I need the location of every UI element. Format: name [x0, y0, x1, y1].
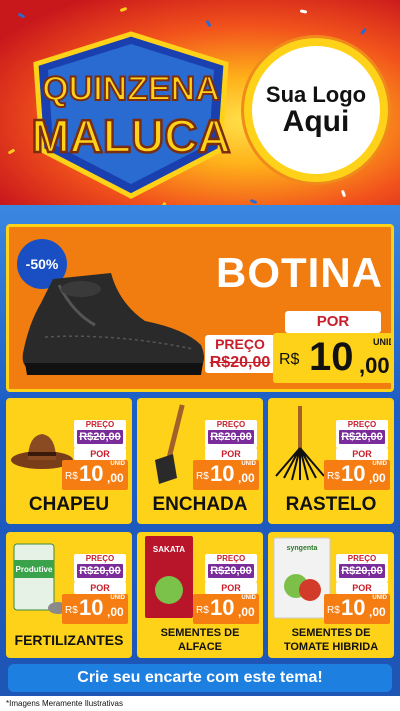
- unit-label: UNID: [110, 595, 125, 601]
- price-integer: 10: [341, 595, 366, 620]
- lettuce-seed-packet-image: SAKATA: [145, 536, 193, 618]
- logo-text-line2: Aqui: [282, 104, 350, 138]
- price-integer: 10: [210, 595, 235, 620]
- unit-label: UNID: [241, 461, 256, 467]
- old-price: R$20,00: [209, 354, 271, 371]
- price-box: R$ 10 ,00 UNID: [62, 460, 128, 490]
- price-decimal: ,00: [107, 471, 124, 485]
- unit-label: UNID: [373, 337, 394, 347]
- disclaimer-footnote: *Imagens Meramente Ilustrativas: [0, 696, 400, 711]
- product-card-chapeu[interactable]: PREÇO R$20,00 POR R$ 10 ,00 UNID CHAPEU: [6, 398, 132, 524]
- por-label: POR: [205, 582, 257, 594]
- featured-price-box: R$ 10 ,00 UNID: [273, 333, 394, 383]
- product-name: CHAPEU: [28, 494, 110, 515]
- product-name-line2: ALFACE: [178, 641, 222, 653]
- logo-text-line1: Sua Logo: [265, 81, 367, 107]
- price-integer: 10: [341, 461, 366, 486]
- old-price-box: PREÇO R$20,00: [205, 554, 257, 582]
- price-decimal: ,00: [359, 353, 390, 378]
- price-box: R$ 10 ,00 UNID: [62, 594, 128, 624]
- package-label: syngenta: [287, 545, 318, 552]
- unit-label: UNID: [110, 461, 125, 467]
- price-integer: 10: [79, 461, 104, 486]
- fertilizer-bag-image: Produtive: [13, 543, 68, 614]
- por-label: POR: [205, 448, 257, 460]
- price-integer: 10: [79, 595, 104, 620]
- logo-placeholder[interactable]: Sua Logo Aqui: [244, 38, 388, 182]
- product-name: ENCHADA: [152, 494, 248, 515]
- por-label: POR: [74, 448, 126, 460]
- preco-label: PREÇO: [216, 420, 246, 429]
- price-box: R$ 10 ,00 UNID: [324, 460, 390, 490]
- price-decimal: ,00: [238, 605, 255, 619]
- currency: R$: [327, 471, 340, 482]
- campaign-title-line1: QUINZENA: [42, 70, 220, 108]
- product-name: RASTELO: [285, 494, 377, 515]
- price-decimal: ,00: [369, 471, 386, 485]
- package-label: SAKATA: [153, 545, 185, 554]
- hoe-image: [155, 404, 185, 484]
- old-price-box: PREÇO R$20,00: [74, 554, 126, 582]
- package-label: Produtive: [16, 565, 53, 574]
- product-card-enchada[interactable]: PREÇO R$20,00 POR R$ 10 ,00 UNID ENCHADA: [137, 398, 263, 524]
- preco-label: PREÇO: [347, 420, 377, 429]
- por-label: POR: [74, 582, 126, 594]
- old-price: R$20,00: [208, 564, 254, 578]
- product-card-sementes-alface[interactable]: SAKATA PREÇO R$20,00 POR R$ 10 ,00 UNID …: [137, 532, 263, 658]
- por-label: POR: [336, 448, 388, 460]
- currency: R$: [279, 351, 300, 368]
- featured-product-card[interactable]: -50% BOTINA PREÇO R$20,00 POR R$ 10 ,00 …: [6, 224, 394, 392]
- product-name: FERTILIZANTES: [14, 632, 124, 648]
- currency: R$: [65, 605, 78, 616]
- unit-label: UNID: [241, 595, 256, 601]
- featured-product-name: BOTINA: [216, 249, 383, 296]
- por-label: POR: [336, 582, 388, 594]
- price-integer: 10: [309, 335, 354, 379]
- old-price-box: PREÇO R$20,00: [74, 420, 126, 448]
- boot-image: [22, 273, 204, 375]
- old-price-box: PREÇO R$20,00: [336, 420, 388, 448]
- unit-label: UNID: [372, 595, 387, 601]
- product-name-line2: TOMATE HIBRIDA: [283, 641, 379, 653]
- create-flyer-button[interactable]: Crie seu encarte com este tema!: [8, 664, 392, 692]
- old-price: R$20,00: [77, 430, 123, 444]
- por-label: POR: [285, 311, 381, 333]
- preco-label: PREÇO: [347, 554, 377, 563]
- price-box: R$ 10 ,00 UNID: [193, 460, 259, 490]
- currency: R$: [327, 605, 340, 616]
- product-name: SEMENTES DE TOMATE HIBRIDA: [268, 626, 394, 654]
- old-price: R$20,00: [77, 564, 123, 578]
- campaign-shield-emblem: QUINZENA MALUCA: [30, 31, 232, 199]
- preco-label: PREÇO: [85, 554, 115, 563]
- preco-label: PREÇO: [85, 420, 115, 429]
- product-card-sementes-tomate[interactable]: syngenta PREÇO R$20,00 POR R$ 10 ,00 UNI…: [268, 532, 394, 658]
- price-decimal: ,00: [369, 605, 386, 619]
- product-name: SEMENTES DE ALFACE: [137, 626, 263, 654]
- currency: R$: [196, 605, 209, 616]
- price-box: R$ 10 ,00 UNID: [324, 594, 390, 624]
- rake-image: [275, 406, 325, 481]
- product-card-fertilizantes[interactable]: Produtive PREÇO R$20,00 POR R$ 10 ,00 UN…: [6, 532, 132, 658]
- old-price: R$20,00: [339, 564, 385, 578]
- price-decimal: ,00: [107, 605, 124, 619]
- old-price-box: PREÇO R$20,00: [205, 420, 257, 448]
- unit-label: UNID: [372, 461, 387, 467]
- preco-label: PREÇO: [215, 336, 265, 352]
- preco-label: PREÇO: [216, 554, 246, 563]
- campaign-title-line2: MALUCA: [31, 110, 230, 162]
- price-box: R$ 10 ,00 UNID: [193, 594, 259, 624]
- price-decimal: ,00: [238, 471, 255, 485]
- featured-old-price-box: PREÇO R$20,00: [205, 335, 275, 373]
- currency: R$: [65, 471, 78, 482]
- product-card-rastelo[interactable]: PREÇO R$20,00 POR R$ 10 ,00 UNID RASTELO: [268, 398, 394, 524]
- product-name-line1: SEMENTES DE: [160, 627, 240, 639]
- old-price-box: PREÇO R$20,00: [336, 554, 388, 582]
- flyer-page: QUINZENA MALUCA Sua Logo Aqui -50% BOTIN…: [0, 0, 400, 711]
- currency: R$: [196, 471, 209, 482]
- old-price: R$20,00: [208, 430, 254, 444]
- old-price: R$20,00: [339, 430, 385, 444]
- product-name-line1: SEMENTES DE: [291, 627, 371, 639]
- price-integer: 10: [210, 461, 235, 486]
